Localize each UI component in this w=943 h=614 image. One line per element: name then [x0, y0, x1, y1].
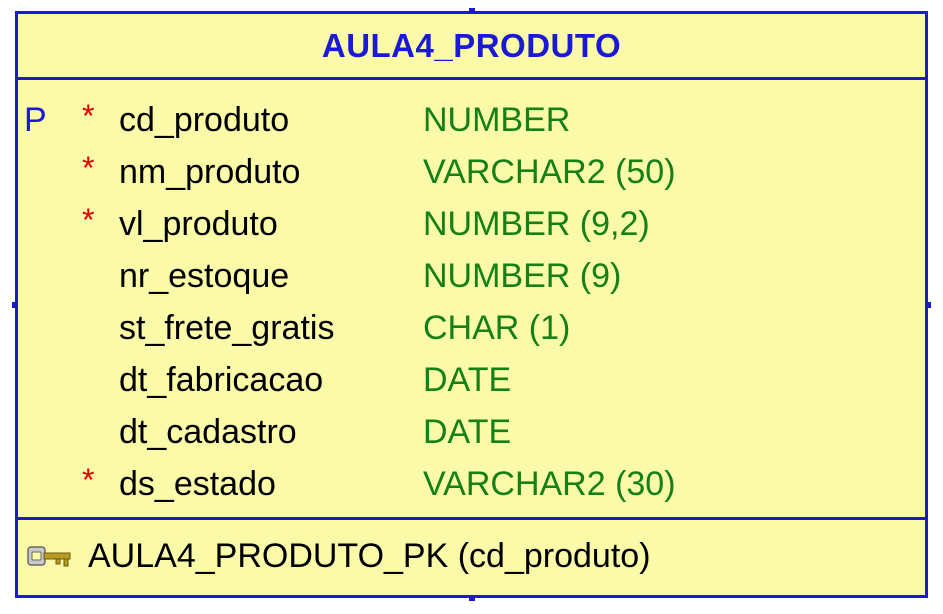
column-name: vl_produto [119, 205, 278, 243]
column-name: nm_produto [119, 153, 301, 191]
mandatory-marker: * [82, 462, 95, 498]
primary-key-constraint: AULA4_PRODUTO_PK (cd_produto) [88, 537, 651, 575]
column-type: NUMBER [423, 101, 571, 139]
column-name: st_frete_gratis [119, 309, 335, 347]
selection-handle[interactable] [12, 302, 18, 308]
column-list: P * cd_produto NUMBER * nm_produto VARCH… [18, 94, 925, 510]
column-type: CHAR (1) [423, 309, 571, 347]
column-row[interactable]: P * cd_produto NUMBER [18, 94, 925, 146]
column-row[interactable]: * ds_estado VARCHAR2 (30) [18, 458, 925, 510]
entity-box[interactable]: AULA4_PRODUTO P * cd_produto NUMBER * nm… [15, 11, 928, 598]
primary-key-flag: P [24, 101, 47, 139]
selection-handle[interactable] [469, 8, 475, 14]
column-name: cd_produto [119, 101, 290, 139]
mandatory-marker: * [82, 202, 95, 238]
column-name: nr_estoque [119, 257, 290, 295]
mandatory-marker: * [82, 98, 95, 134]
selection-handle[interactable] [469, 595, 475, 601]
mandatory-marker: * [82, 150, 95, 186]
key-icon [27, 546, 71, 567]
column-name: dt_fabricacao [119, 361, 324, 399]
column-row[interactable]: * nm_produto VARCHAR2 (50) [18, 146, 925, 198]
entity-title: AULA4_PRODUTO [321, 26, 622, 64]
column-name: ds_estado [119, 465, 276, 503]
column-type: DATE [423, 413, 512, 451]
entity-header: AULA4_PRODUTO [18, 14, 925, 80]
column-type: NUMBER (9,2) [423, 205, 650, 243]
column-type: NUMBER (9) [423, 257, 622, 295]
key-section[interactable]: AULA4_PRODUTO_PK (cd_produto) [18, 517, 925, 595]
column-name: dt_cadastro [119, 413, 297, 451]
column-type: VARCHAR2 (30) [423, 465, 676, 503]
column-type: DATE [423, 361, 512, 399]
column-row[interactable]: st_frete_gratis CHAR (1) [18, 302, 925, 354]
column-row[interactable]: dt_cadastro DATE [18, 406, 925, 458]
selection-handle[interactable] [925, 302, 931, 308]
column-type: VARCHAR2 (50) [423, 153, 676, 191]
column-row[interactable]: nr_estoque NUMBER (9) [18, 250, 925, 302]
column-row[interactable]: * vl_produto NUMBER (9,2) [18, 198, 925, 250]
column-row[interactable]: dt_fabricacao DATE [18, 354, 925, 406]
